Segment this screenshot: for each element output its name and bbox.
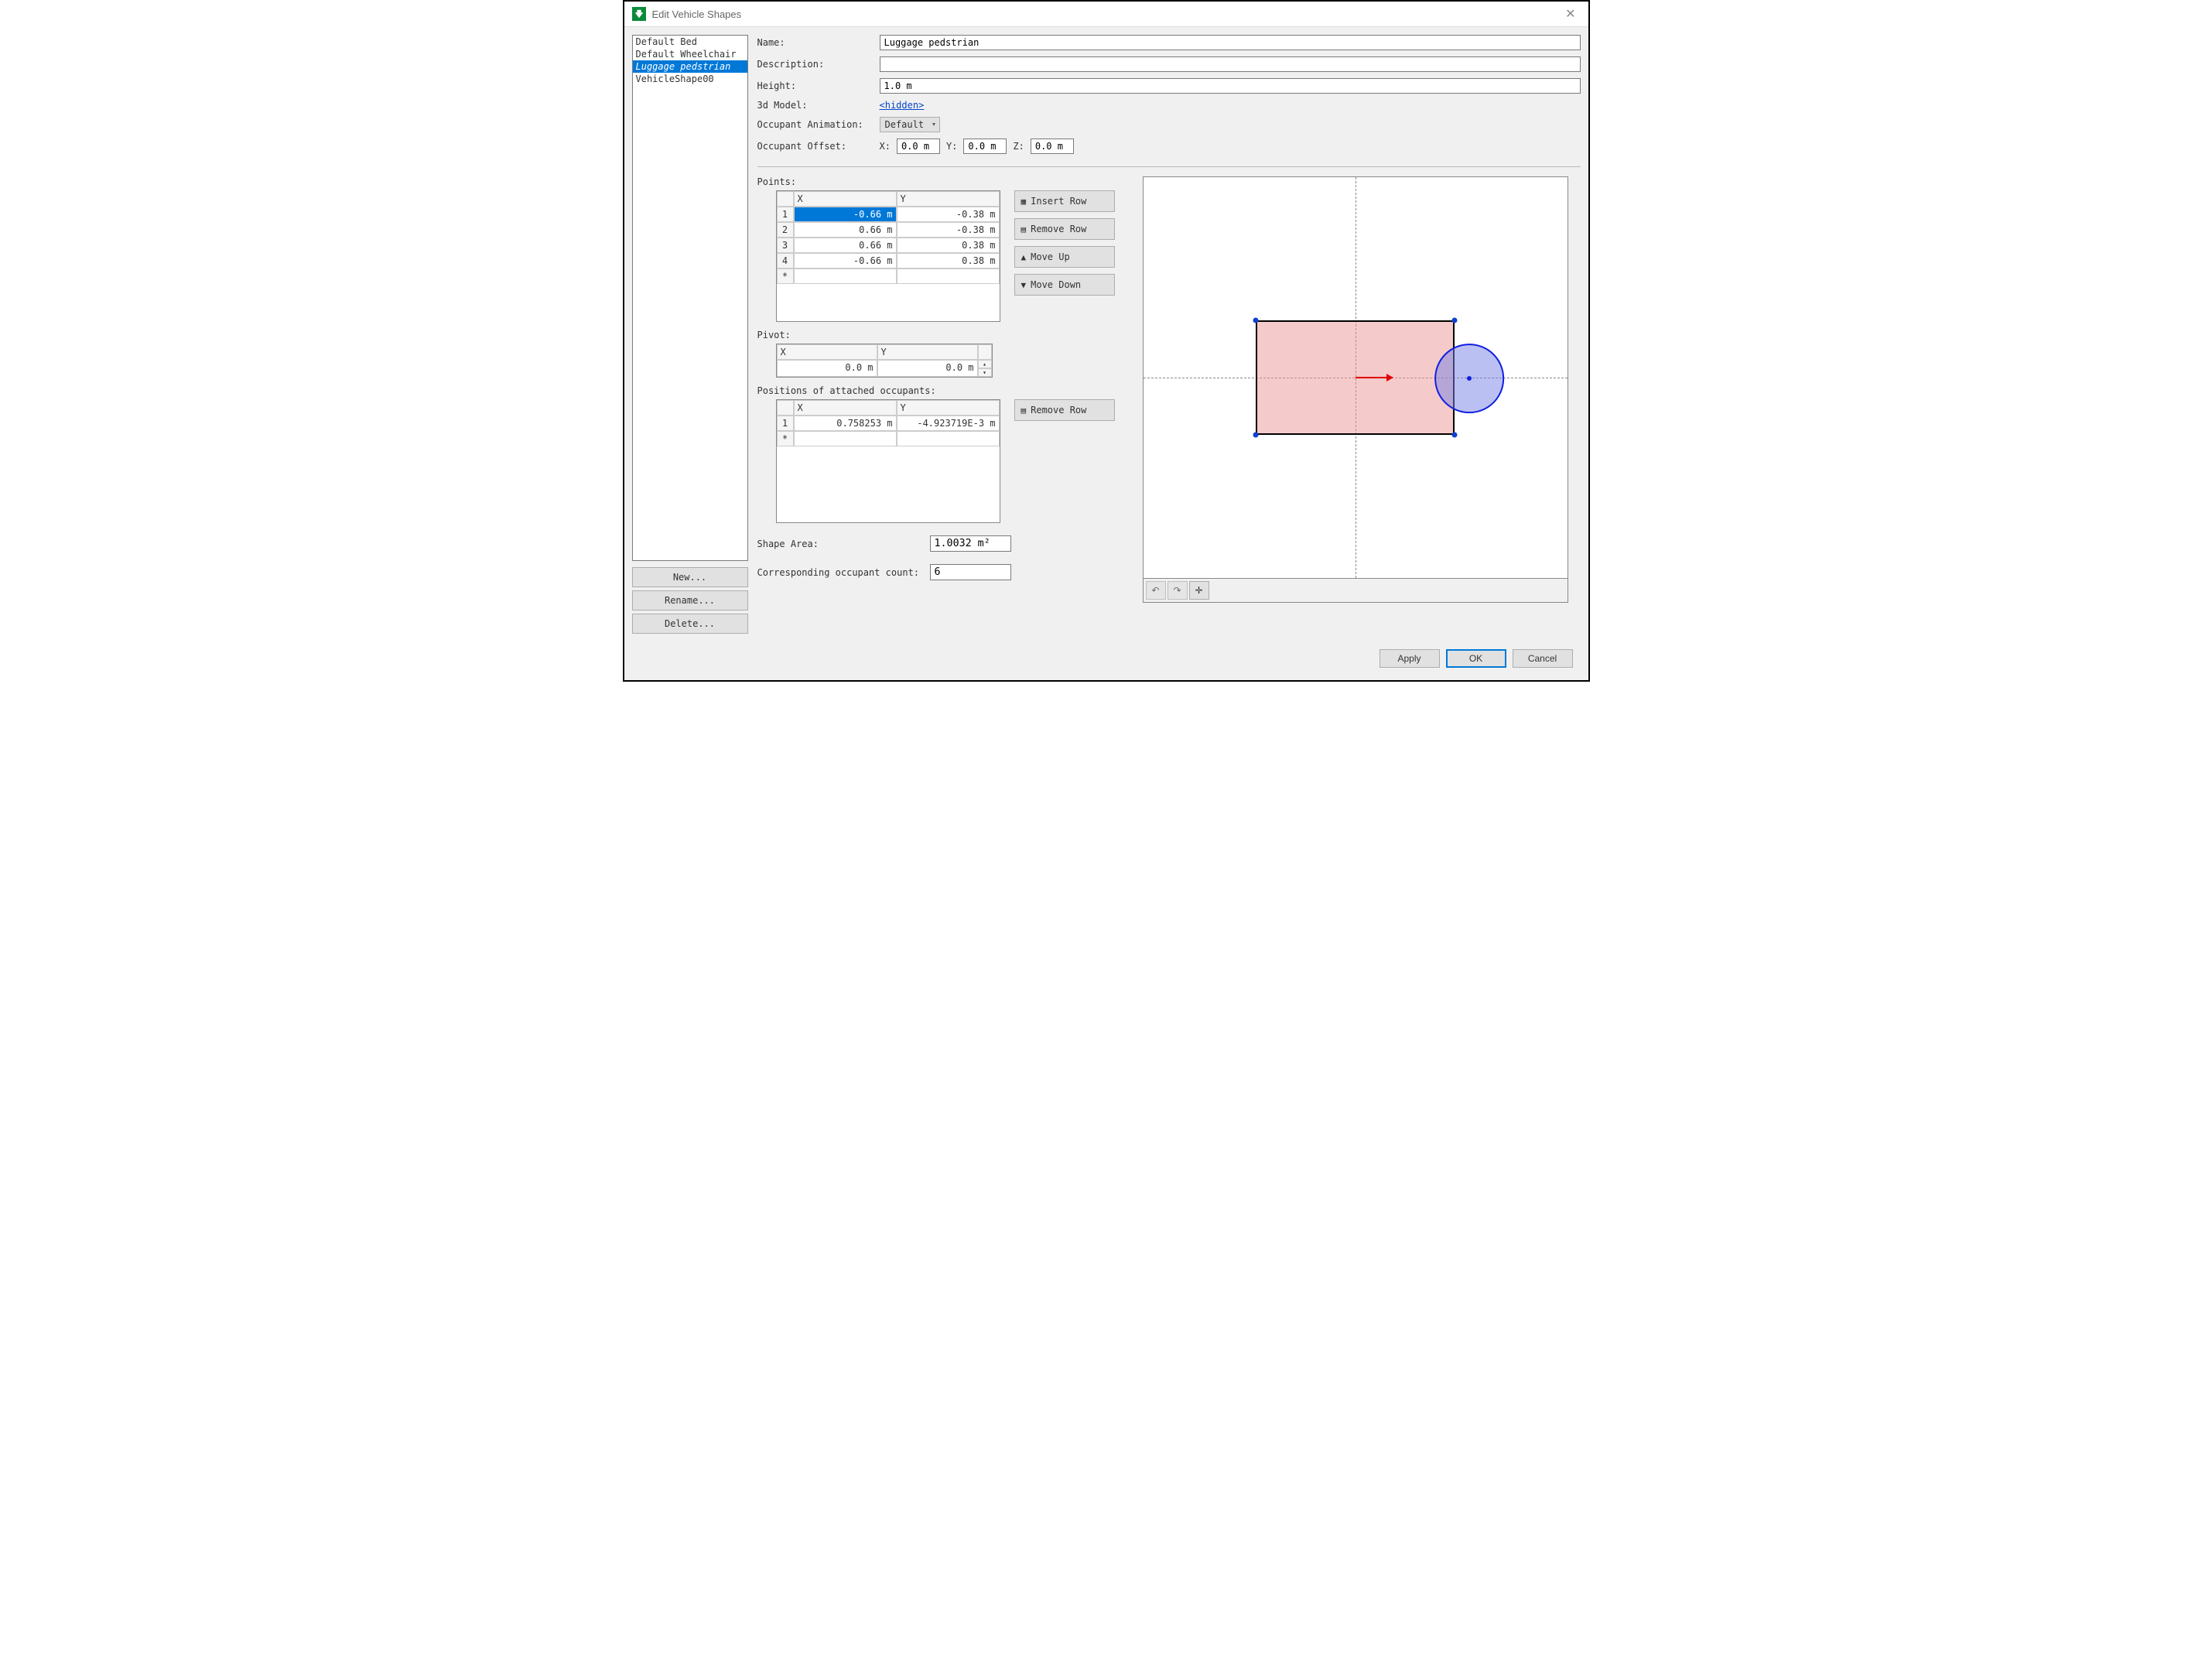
table-row[interactable]: 4 -0.66 m 0.38 m [777, 253, 1000, 268]
grid-del-icon: ▤ [1021, 224, 1027, 234]
points-label: Points: [757, 176, 1129, 187]
spin-up-icon[interactable]: ▴ [978, 360, 992, 368]
table-row-new[interactable]: * [777, 431, 1000, 446]
edit-vehicle-shapes-dialog: Edit Vehicle Shapes ✕ Default Bed Defaul… [623, 0, 1590, 682]
reset-view-button[interactable]: ✛ [1189, 581, 1209, 600]
undo-icon: ↶ [1151, 585, 1159, 596]
move-down-button[interactable]: ▼Move Down [1014, 274, 1115, 296]
occupants-label: Positions of attached occupants: [757, 385, 1129, 396]
offset-y-input[interactable] [963, 139, 1007, 154]
description-label: Description: [757, 59, 874, 70]
count-label: Corresponding occupant count: [757, 567, 924, 578]
model-label: 3d Model: [757, 100, 874, 111]
move-up-button[interactable]: ▲Move Up [1014, 246, 1115, 268]
chevron-down-icon: ▾ [932, 121, 936, 129]
offset-x-label: X: [880, 141, 891, 152]
list-item[interactable]: Luggage pedstrian [633, 60, 747, 73]
list-item[interactable]: Default Bed [633, 36, 747, 48]
offset-z-label: Z: [1013, 141, 1024, 152]
pivot-header-x: X [777, 344, 877, 360]
list-item[interactable]: VehicleShape00 [633, 73, 747, 85]
table-row[interactable]: 1 -0.66 m -0.38 m [777, 207, 1000, 222]
pivot-header-y: Y [877, 344, 978, 360]
table-row[interactable]: 1 0.758253 m -4.923719E-3 m [777, 416, 1000, 431]
preview-canvas[interactable] [1143, 176, 1568, 579]
anim-value: Default [885, 119, 925, 130]
sidebar: Default Bed Default Wheelchair Luggage p… [632, 35, 748, 634]
chevron-up-icon: ▲ [1021, 252, 1027, 262]
shape-preview: ↶ ↷ ✛ [1143, 176, 1568, 603]
occ-header-x: X [794, 400, 897, 416]
offset-y-label: Y: [946, 141, 957, 152]
table-row[interactable]: 0.0 m 0.0 m ▴▾ [777, 360, 992, 377]
apply-button[interactable]: Apply [1380, 649, 1440, 668]
occupants-table[interactable]: X Y 1 0.758253 m -4.923719E-3 m [776, 399, 1000, 523]
rename-button[interactable]: Rename... [632, 590, 748, 610]
spin-down-icon[interactable]: ▾ [978, 368, 992, 377]
insert-row-button[interactable]: ▦Insert Row [1014, 190, 1115, 212]
delete-button[interactable]: Delete... [632, 614, 748, 634]
offset-z-input[interactable] [1031, 139, 1074, 154]
new-button[interactable]: New... [632, 567, 748, 587]
window-title: Edit Vehicle Shapes [652, 9, 1561, 20]
model-link[interactable]: <hidden> [880, 100, 925, 111]
redo-icon: ↷ [1173, 585, 1181, 596]
undo-button[interactable]: ↶ [1146, 581, 1166, 600]
pivot-label: Pivot: [757, 330, 1129, 340]
anim-select[interactable]: Default ▾ [880, 117, 941, 132]
table-row[interactable]: 2 0.66 m -0.38 m [777, 222, 1000, 238]
table-row-new[interactable]: * [777, 268, 1000, 284]
offset-x-input[interactable] [897, 139, 940, 154]
pivot-table[interactable]: X Y 0.0 m 0.0 m ▴▾ [776, 344, 993, 378]
list-item[interactable]: Default Wheelchair [633, 48, 747, 60]
redo-button[interactable]: ↷ [1168, 581, 1188, 600]
height-input[interactable] [880, 78, 1581, 94]
remove-occ-row-button[interactable]: ▤Remove Row [1014, 399, 1115, 421]
preview-toolbar: ↶ ↷ ✛ [1143, 579, 1568, 603]
cancel-button[interactable]: Cancel [1513, 649, 1573, 668]
area-output [930, 535, 1011, 552]
app-icon [632, 7, 646, 21]
table-row[interactable]: 3 0.66 m 0.38 m [777, 238, 1000, 253]
grid-del-icon: ▤ [1021, 405, 1027, 416]
description-input[interactable] [880, 56, 1581, 72]
close-icon[interactable]: ✕ [1561, 6, 1580, 22]
titlebar: Edit Vehicle Shapes ✕ [624, 2, 1588, 27]
points-header-y: Y [897, 191, 1000, 207]
anim-label: Occupant Animation: [757, 119, 874, 130]
points-table[interactable]: X Y 1 -0.66 m -0.38 m 2 [776, 190, 1000, 322]
name-input[interactable] [880, 35, 1581, 50]
crosshair-icon: ✛ [1195, 585, 1202, 596]
points-header-x: X [794, 191, 897, 207]
grid-add-icon: ▦ [1021, 197, 1027, 207]
shapes-listbox[interactable]: Default Bed Default Wheelchair Luggage p… [632, 35, 748, 561]
name-label: Name: [757, 37, 874, 48]
remove-row-button[interactable]: ▤Remove Row [1014, 218, 1115, 240]
offset-label: Occupant Offset: [757, 141, 874, 152]
occ-header-y: Y [897, 400, 1000, 416]
height-label: Height: [757, 80, 874, 91]
count-input[interactable] [930, 564, 1011, 580]
chevron-down-icon: ▼ [1021, 280, 1027, 290]
area-label: Shape Area: [757, 539, 924, 549]
ok-button[interactable]: OK [1446, 649, 1506, 668]
